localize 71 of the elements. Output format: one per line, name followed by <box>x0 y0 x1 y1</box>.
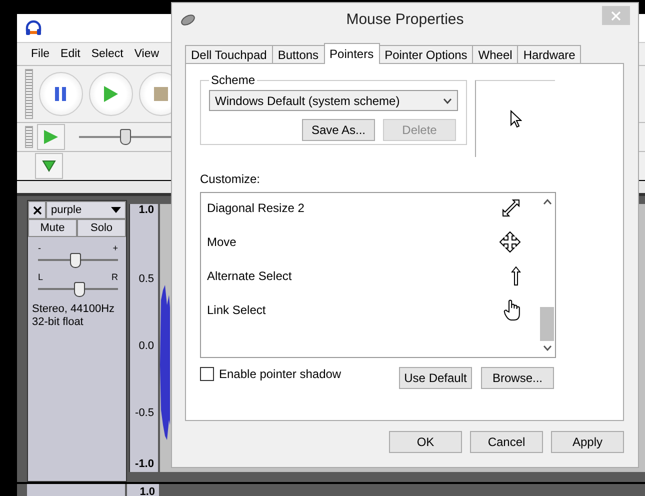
slider-label: - <box>38 243 41 253</box>
list-button[interactable]: Browse... <box>481 367 554 389</box>
dialog-button[interactable]: Cancel <box>470 431 543 453</box>
ruler-label: -1.0 <box>135 458 154 470</box>
play-icon <box>43 129 59 145</box>
track-name-menu[interactable]: purple <box>46 201 126 219</box>
tab[interactable]: Pointer Options <box>378 45 474 63</box>
list-item[interactable]: Move <box>207 225 533 259</box>
down-triangle-icon <box>42 160 56 172</box>
scheme-dropdown[interactable]: Windows Default (system scheme) <box>209 90 458 111</box>
scroll-up-icon[interactable] <box>542 199 552 205</box>
close-icon <box>32 206 42 214</box>
list-item[interactable]: Diagonal Resize 2 <box>207 191 533 225</box>
track-button[interactable]: Solo <box>77 219 126 237</box>
cursor-name: Alternate Select <box>207 269 292 283</box>
play-button[interactable] <box>89 72 133 116</box>
track-info: 32-bit float <box>32 316 84 329</box>
slider-thumb[interactable] <box>120 129 131 145</box>
pause-button[interactable] <box>39 72 83 116</box>
checkbox-label: Enable pointer shadow <box>219 367 342 381</box>
track-button[interactable]: Mute <box>28 219 77 237</box>
ruler-label: 1.0 <box>140 486 155 496</box>
list-item[interactable]: Alternate Select <box>207 259 533 293</box>
ruler-label: -0.5 <box>135 407 154 419</box>
menu-item[interactable]: View <box>134 48 160 60</box>
play-icon <box>103 85 119 103</box>
tab[interactable]: Dell Touchpad <box>185 45 273 63</box>
diagonal-resize-icon <box>501 198 521 218</box>
mouse-icon <box>180 14 196 26</box>
list-button[interactable]: Use Default <box>399 367 472 389</box>
menu-item[interactable]: Select <box>91 48 124 60</box>
close-icon <box>611 10 621 20</box>
scroll-thumb[interactable] <box>540 307 554 341</box>
toolbar-grip[interactable] <box>25 69 33 119</box>
customize-label: Customize: <box>200 172 262 186</box>
chevron-down-icon <box>443 98 452 104</box>
ruler-label: 1.0 <box>138 204 154 216</box>
cursor-name: Diagonal Resize 2 <box>207 201 304 215</box>
headphones-icon <box>25 20 42 36</box>
dialog-button[interactable]: OK <box>389 431 462 453</box>
slider-thumb[interactable] <box>70 253 81 268</box>
ruler-label: 0.0 <box>138 340 154 352</box>
slider-label: + <box>112 243 118 253</box>
tab[interactable]: Hardware <box>517 45 582 63</box>
dialog-button[interactable]: Apply <box>551 431 624 453</box>
menu-item[interactable]: File <box>31 48 50 60</box>
menu-item[interactable]: Edit <box>60 48 80 60</box>
pause-icon <box>54 86 68 102</box>
group-label: Scheme <box>210 73 256 87</box>
slider-label: R <box>112 272 118 282</box>
play-down-button[interactable] <box>35 153 63 179</box>
cursor-name: Move <box>207 235 236 249</box>
arrow-cursor-icon <box>510 110 522 128</box>
move-icon <box>499 231 521 253</box>
scroll-down-icon[interactable] <box>542 345 552 351</box>
up-arrow-icon <box>511 266 521 286</box>
list-item[interactable]: Link Select <box>207 293 533 327</box>
cursor-name: Link Select <box>207 303 266 317</box>
hand-cursor-icon <box>503 299 521 321</box>
stop-icon <box>154 87 168 101</box>
tab[interactable]: Pointers <box>324 43 380 64</box>
cursor-list[interactable]: Diagonal Resize 2 Move Alternate Select Link Select <box>200 192 556 358</box>
window-title: Mouse Properties <box>345 11 465 28</box>
toolbar-grip[interactable] <box>25 126 33 148</box>
scheme-button[interactable]: Save As... <box>302 119 375 141</box>
checkbox[interactable] <box>200 367 214 381</box>
ruler-label: 0.5 <box>138 273 154 285</box>
dropdown-arrow-icon <box>111 207 121 213</box>
track-info: Stereo, 44100Hz <box>32 303 116 316</box>
slider-label: L <box>38 272 44 282</box>
slider-thumb[interactable] <box>74 282 85 297</box>
